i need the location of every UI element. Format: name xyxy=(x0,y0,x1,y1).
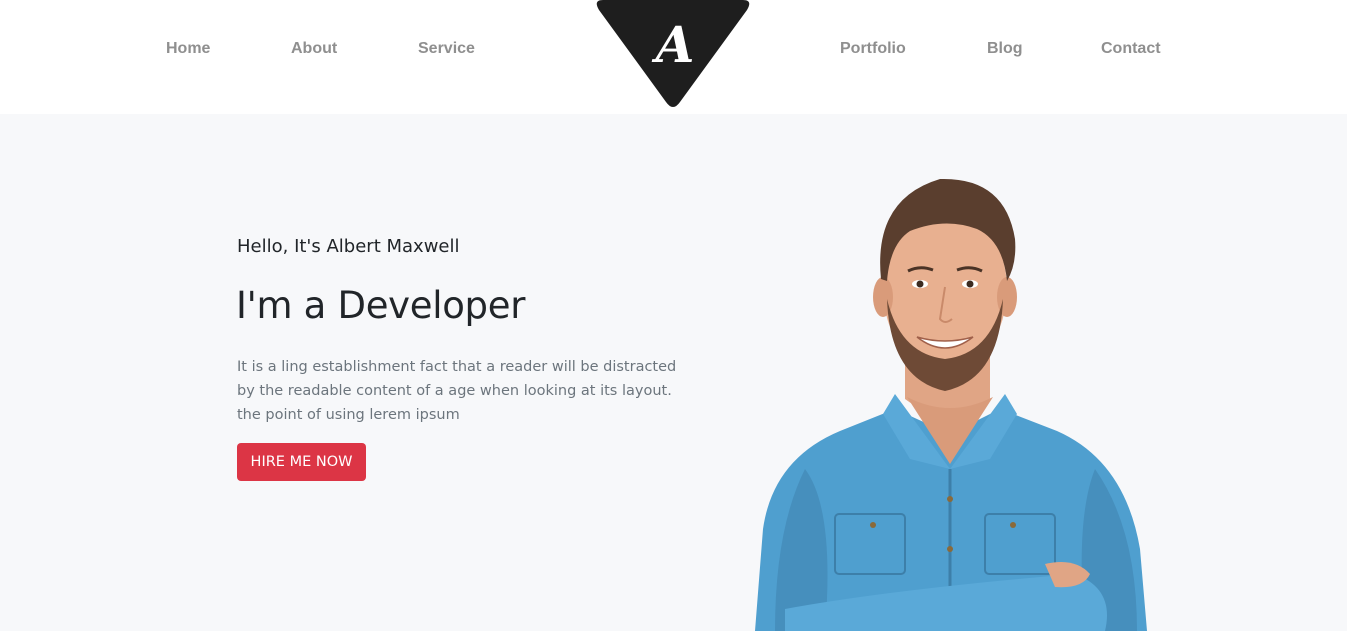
nav-blog-link[interactable]: Blog xyxy=(987,38,1023,60)
page: Home About Service A Portfolio Blog Cont… xyxy=(0,0,1347,631)
hero-greeting: Hello, It's Albert Maxwell xyxy=(237,236,460,257)
hero-headline: I'm a Developer xyxy=(236,284,526,327)
logo[interactable]: A xyxy=(595,0,751,110)
hero-description: It is a ling establishment fact that a r… xyxy=(237,359,677,423)
logo-letter: A xyxy=(652,15,695,74)
nav-service-link[interactable]: Service xyxy=(418,38,475,60)
nav-contact-link[interactable]: Contact xyxy=(1101,38,1161,60)
hire-me-button[interactable]: HIRE ME NOW xyxy=(237,443,366,481)
nav-about-link[interactable]: About xyxy=(291,38,337,60)
site-header: Home About Service A Portfolio Blog Cont… xyxy=(0,0,1347,114)
portrait-image xyxy=(755,178,1147,631)
nav-portfolio-link[interactable]: Portfolio xyxy=(840,38,906,60)
nav-home-link[interactable]: Home xyxy=(166,38,210,60)
hero-section: Hello, It's Albert Maxwell I'm a Develop… xyxy=(0,114,1347,631)
